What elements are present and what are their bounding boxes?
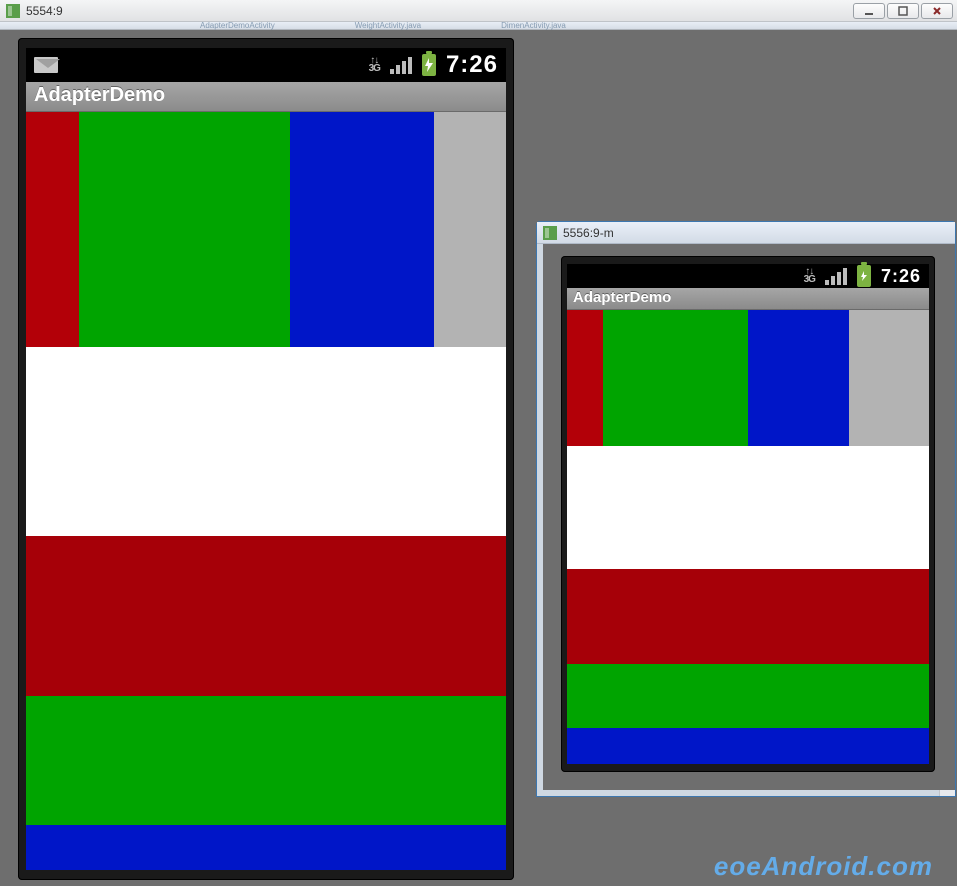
emulator-device-small: ↑↓3G 7:26 AdapterDemo — [561, 256, 935, 772]
main-window: 5554:9 AdapterDemoActivity WeightActivit… — [0, 0, 957, 30]
app-content — [567, 310, 929, 764]
status-clock: 7:26 — [446, 51, 498, 79]
android-statusbar: ↑↓3G 7:26 — [567, 264, 929, 288]
block-red — [567, 310, 603, 446]
emulator-surface: ↑↓3G 7:26 AdapterDemo — [0, 30, 957, 886]
app-title: AdapterDemo — [573, 289, 671, 306]
battery-icon — [857, 265, 871, 287]
main-window-title: 5554:9 — [26, 4, 63, 18]
main-window-titlebar[interactable]: 5554:9 — [0, 0, 957, 22]
signal-icon — [390, 56, 412, 74]
small-window[interactable]: 5556:9-m ↑↓3G 7:26 AdapterDemo — [536, 221, 956, 797]
watermark: eoeAndroid.com — [714, 851, 933, 882]
row-blue — [26, 825, 506, 871]
device-screen[interactable]: ↑↓3G 7:26 AdapterDemo — [567, 264, 929, 764]
block-blue — [748, 310, 849, 446]
status-clock: 7:26 — [881, 266, 921, 287]
app-content — [26, 112, 506, 870]
app-icon — [543, 226, 557, 240]
block-grey — [849, 310, 929, 446]
block-green — [79, 112, 290, 347]
small-window-body: ↑↓3G 7:26 AdapterDemo — [543, 244, 955, 790]
row-white — [567, 446, 929, 569]
editor-tab[interactable]: DimenActivity.java — [501, 21, 566, 30]
block-green — [603, 310, 748, 446]
row-darkred — [567, 569, 929, 664]
minimize-button[interactable] — [853, 3, 885, 19]
row-darkred — [26, 536, 506, 695]
row-blue — [567, 728, 929, 764]
editor-tab[interactable]: WeightActivity.java — [355, 21, 421, 30]
editor-tabbar: AdapterDemoActivity WeightActivity.java … — [0, 22, 957, 30]
app-title: AdapterDemo — [34, 84, 165, 106]
editor-tab[interactable]: AdapterDemoActivity — [200, 21, 275, 30]
row-1 — [26, 112, 506, 347]
small-window-titlebar[interactable]: 5556:9-m — [537, 222, 955, 244]
signal-icon — [825, 267, 847, 285]
network-3g-icon: ↑↓3G — [804, 268, 815, 284]
window-controls — [851, 3, 957, 19]
row-green — [26, 696, 506, 825]
android-statusbar: ↑↓3G 7:26 — [26, 48, 506, 82]
emulator-device-large: ↑↓3G 7:26 AdapterDemo — [18, 38, 514, 880]
block-blue — [290, 112, 434, 347]
row-1 — [567, 310, 929, 446]
row-white — [26, 347, 506, 537]
app-titlebar: AdapterDemo — [567, 288, 929, 310]
mail-icon — [34, 57, 58, 73]
small-window-title: 5556:9-m — [563, 226, 614, 240]
block-grey — [434, 112, 506, 347]
battery-icon — [422, 54, 436, 76]
row-green — [567, 664, 929, 728]
network-3g-icon: ↑↓3G — [369, 57, 380, 73]
block-red — [26, 112, 79, 347]
close-button[interactable] — [921, 3, 953, 19]
app-titlebar: AdapterDemo — [26, 82, 506, 112]
maximize-button[interactable] — [887, 3, 919, 19]
device-screen[interactable]: ↑↓3G 7:26 AdapterDemo — [26, 48, 506, 870]
app-icon — [6, 4, 20, 18]
